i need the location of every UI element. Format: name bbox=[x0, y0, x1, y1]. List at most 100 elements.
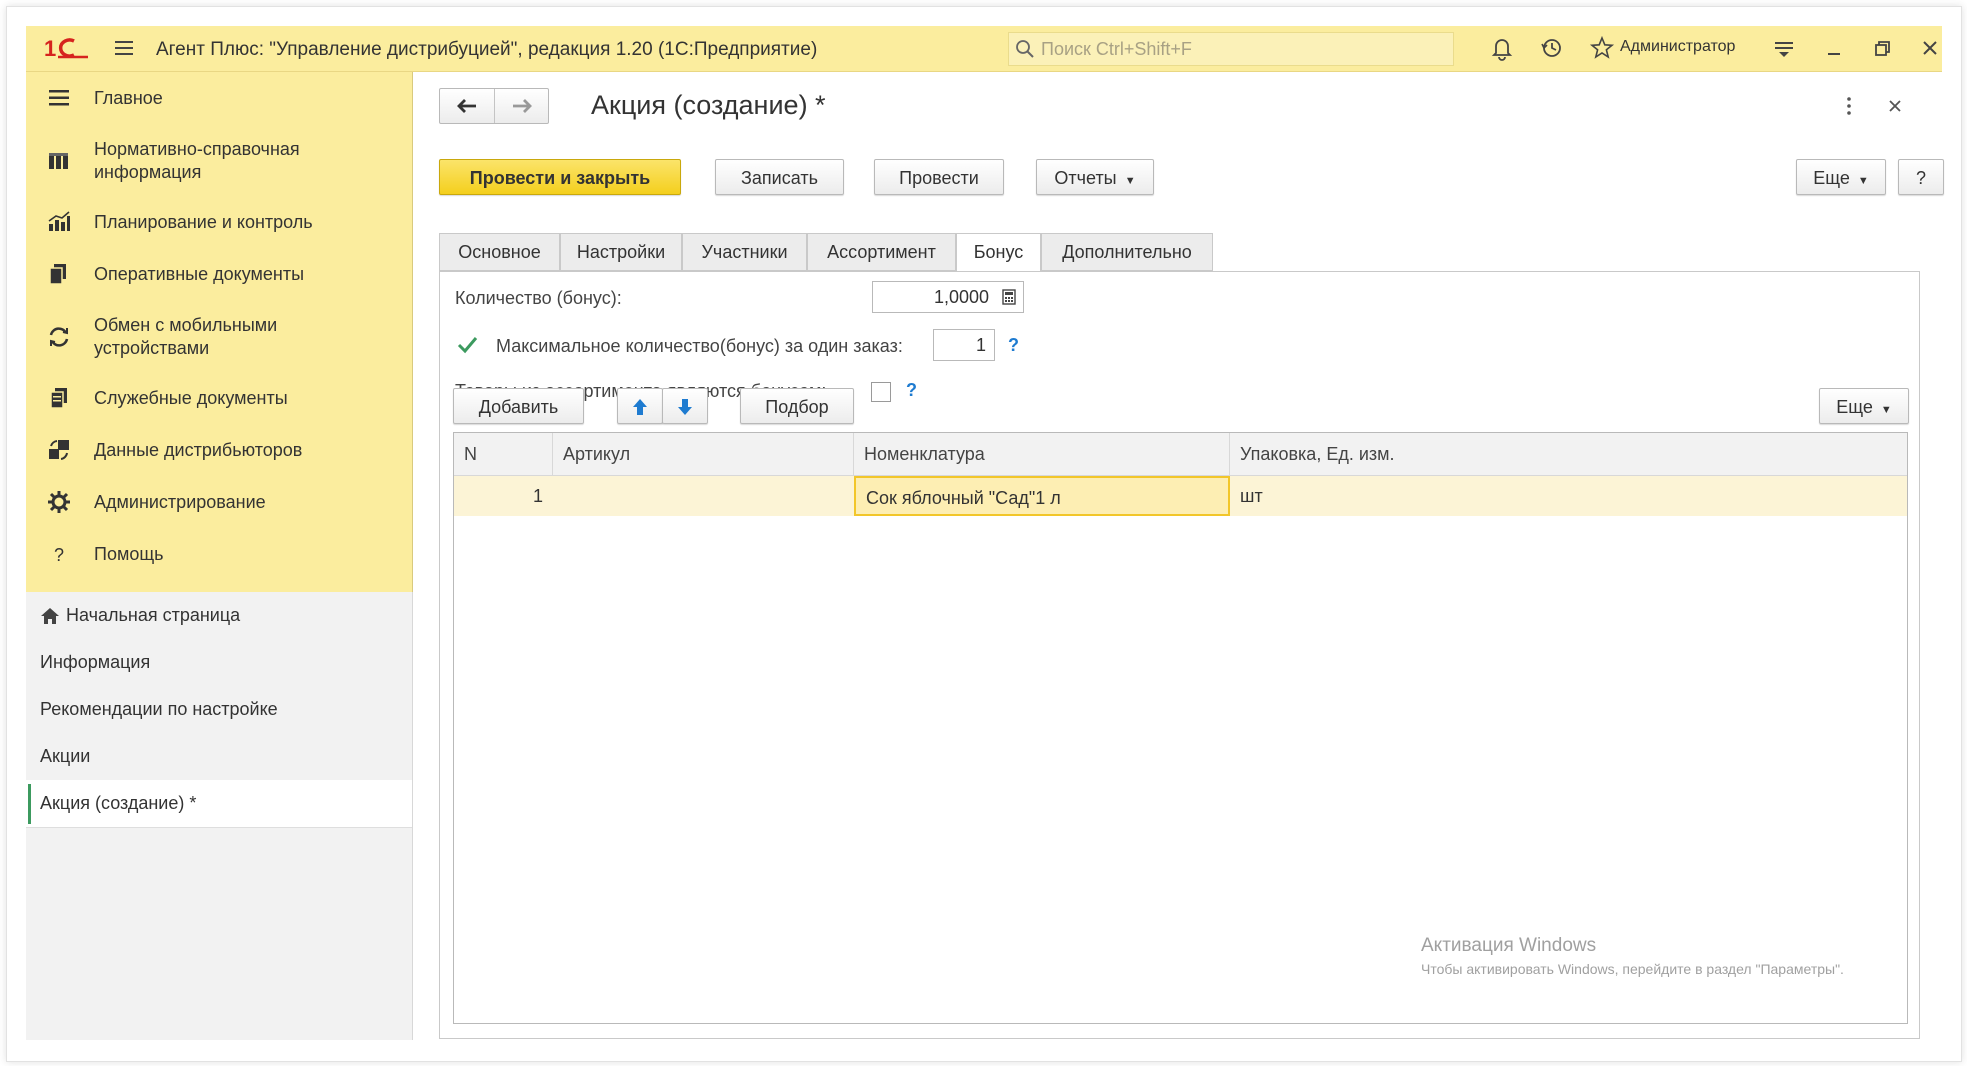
open-window-promotions[interactable]: Акции bbox=[26, 733, 412, 781]
open-window-home[interactable]: Начальная страница bbox=[26, 592, 412, 640]
pick-button[interactable]: Подбор bbox=[740, 388, 854, 424]
back-button[interactable] bbox=[440, 89, 495, 123]
cell-item[interactable]: Сок яблочный "Сад"1 л bbox=[854, 476, 1230, 516]
max-quantity-value: 1 bbox=[975, 335, 986, 355]
table-header: N Артикул Номенклатура Упаковка, Ед. изм… bbox=[454, 433, 1907, 476]
documents-icon bbox=[49, 264, 66, 285]
tab-additional[interactable]: Дополнительно bbox=[1041, 233, 1213, 271]
goods-are-bonus-help-link[interactable]: ? bbox=[906, 380, 917, 401]
add-row-button[interactable]: Добавить bbox=[453, 388, 584, 424]
sidebar: Главное Нормативно-справочная информация… bbox=[26, 72, 413, 1040]
catalog-icon bbox=[49, 153, 68, 169]
open-window-label: Информация bbox=[40, 652, 151, 672]
section-help[interactable]: ? Помощь bbox=[26, 528, 412, 580]
max-quantity-label: Максимальное количество(бонус) за один з… bbox=[496, 336, 903, 356]
column-header-n[interactable]: N bbox=[454, 433, 553, 475]
save-button[interactable]: Записать bbox=[715, 159, 844, 195]
open-window-label: Начальная страница bbox=[66, 605, 241, 625]
bell-icon[interactable] bbox=[1488, 34, 1516, 62]
reports-button[interactable]: Отчеты ▼ bbox=[1036, 159, 1154, 195]
column-header-article[interactable]: Артикул bbox=[553, 433, 854, 475]
favorites-star-icon[interactable] bbox=[1588, 34, 1616, 62]
windows-activation-watermark: Активация Windows Чтобы активировать Win… bbox=[1421, 935, 1844, 977]
tab-settings[interactable]: Настройки bbox=[560, 233, 682, 271]
max-quantity-input[interactable]: 1 bbox=[933, 329, 995, 361]
more-vertical-icon[interactable] bbox=[1843, 96, 1855, 116]
main-menu-icon[interactable] bbox=[110, 34, 138, 62]
move-down-button[interactable] bbox=[662, 388, 708, 424]
arrow-right-icon bbox=[513, 99, 532, 113]
cell-n[interactable]: 1 bbox=[454, 476, 543, 516]
sections-panel: Главное Нормативно-справочная информация… bbox=[26, 72, 413, 592]
main-form: Акция (создание) * Провести и закрыть За… bbox=[413, 72, 1944, 1040]
table-more-button[interactable]: Еще ▼ bbox=[1819, 388, 1909, 424]
section-label: Обмен с мобильными устройствами bbox=[94, 315, 278, 358]
cell-article[interactable] bbox=[553, 476, 854, 516]
section-label: Главное bbox=[94, 88, 163, 108]
section-reference-info[interactable]: Нормативно-справочная информация bbox=[26, 124, 412, 196]
section-label: Помощь bbox=[94, 544, 164, 564]
help-button[interactable]: ? bbox=[1898, 159, 1944, 195]
service-documents-icon bbox=[50, 388, 67, 409]
section-administration[interactable]: Администрирование bbox=[26, 476, 412, 528]
dropdown-arrow-icon: ▼ bbox=[1121, 175, 1136, 187]
minimize-icon[interactable] bbox=[1820, 34, 1848, 62]
restore-icon[interactable] bbox=[1868, 34, 1896, 62]
search-placeholder: Поиск Ctrl+Shift+F bbox=[1041, 39, 1192, 59]
settings-menu-icon[interactable] bbox=[1770, 34, 1798, 62]
sync-icon bbox=[49, 327, 69, 347]
app-title: Агент Плюс: "Управление дистрибуцией", р… bbox=[156, 39, 818, 60]
bonus-tab-panel: Количество (бонус): 1,0000 Максимальное … bbox=[439, 271, 1920, 1039]
bonus-quantity-input[interactable]: 1,0000 bbox=[872, 281, 1024, 313]
menu-icon bbox=[49, 90, 69, 106]
section-distributor-data[interactable]: Данные дистрибьюторов bbox=[26, 424, 412, 476]
app-window: 1 Агент Плюс: "Управление дистрибуцией",… bbox=[26, 26, 1944, 1040]
1c-logo-icon[interactable]: 1 bbox=[44, 36, 90, 60]
open-window-promotion-create[interactable]: Акция (создание) * bbox=[26, 780, 412, 828]
section-service-docs[interactable]: Служебные документы bbox=[26, 372, 412, 424]
watermark-title: Активация Windows bbox=[1421, 935, 1597, 956]
open-window-info[interactable]: Информация bbox=[26, 639, 412, 687]
max-quantity-checkbox[interactable] bbox=[456, 334, 478, 354]
dropdown-arrow-icon: ▼ bbox=[1877, 404, 1892, 416]
bonus-quantity-label: Количество (бонус): bbox=[455, 288, 622, 308]
column-header-item[interactable]: Номенклатура bbox=[854, 433, 1230, 475]
more-actions-button[interactable]: Еще ▼ bbox=[1796, 159, 1886, 195]
close-window-icon[interactable] bbox=[1916, 34, 1944, 62]
tab-assortment[interactable]: Ассортимент bbox=[807, 233, 956, 271]
arrow-down-icon bbox=[678, 399, 692, 415]
section-planning[interactable]: Планирование и контроль bbox=[26, 196, 412, 248]
tab-main[interactable]: Основное bbox=[439, 233, 560, 271]
section-operational-docs[interactable]: Оперативные документы bbox=[26, 248, 412, 300]
section-label: Нормативно-справочная информация bbox=[94, 139, 300, 182]
tab-bonus[interactable]: Бонус bbox=[956, 233, 1041, 273]
open-window-label: Акция (создание) * bbox=[40, 793, 197, 813]
open-window-recommendations[interactable]: Рекомендации по настройке bbox=[26, 686, 412, 734]
section-label: Оперативные документы bbox=[94, 264, 305, 284]
cell-unit[interactable]: шт bbox=[1230, 476, 1907, 516]
forward-button[interactable] bbox=[495, 89, 549, 123]
user-name[interactable]: Администратор bbox=[1620, 38, 1735, 56]
form-title: Акция (создание) * bbox=[591, 90, 826, 120]
tab-participants[interactable]: Участники bbox=[682, 233, 807, 271]
global-search-input[interactable]: Поиск Ctrl+Shift+F bbox=[1008, 32, 1454, 66]
section-mobile-exchange[interactable]: Обмен с мобильными устройствами bbox=[26, 300, 412, 372]
max-quantity-help-link[interactable]: ? bbox=[1008, 335, 1019, 356]
history-icon[interactable] bbox=[1538, 34, 1566, 62]
home-icon bbox=[41, 608, 59, 624]
post-button[interactable]: Провести bbox=[874, 159, 1004, 195]
arrow-left-icon bbox=[457, 99, 476, 113]
move-up-button[interactable] bbox=[617, 388, 663, 424]
more-label: Еще bbox=[1813, 168, 1850, 188]
table-row[interactable]: 1 Сок яблочный "Сад"1 л шт bbox=[454, 476, 1907, 516]
close-form-icon[interactable] bbox=[1887, 98, 1903, 114]
navigation-buttons bbox=[439, 88, 549, 124]
calculator-icon[interactable] bbox=[1001, 289, 1017, 305]
section-main[interactable]: Главное bbox=[26, 72, 412, 124]
goods-are-bonus-checkbox[interactable] bbox=[871, 382, 891, 402]
section-label: Данные дистрибьюторов bbox=[94, 440, 303, 460]
post-and-close-button[interactable]: Провести и закрыть bbox=[439, 159, 681, 195]
open-windows-list: Начальная страница Информация Рекомендац… bbox=[26, 592, 413, 1040]
column-header-unit[interactable]: Упаковка, Ед. изм. bbox=[1230, 433, 1907, 475]
section-label: Планирование и контроль bbox=[94, 212, 313, 232]
